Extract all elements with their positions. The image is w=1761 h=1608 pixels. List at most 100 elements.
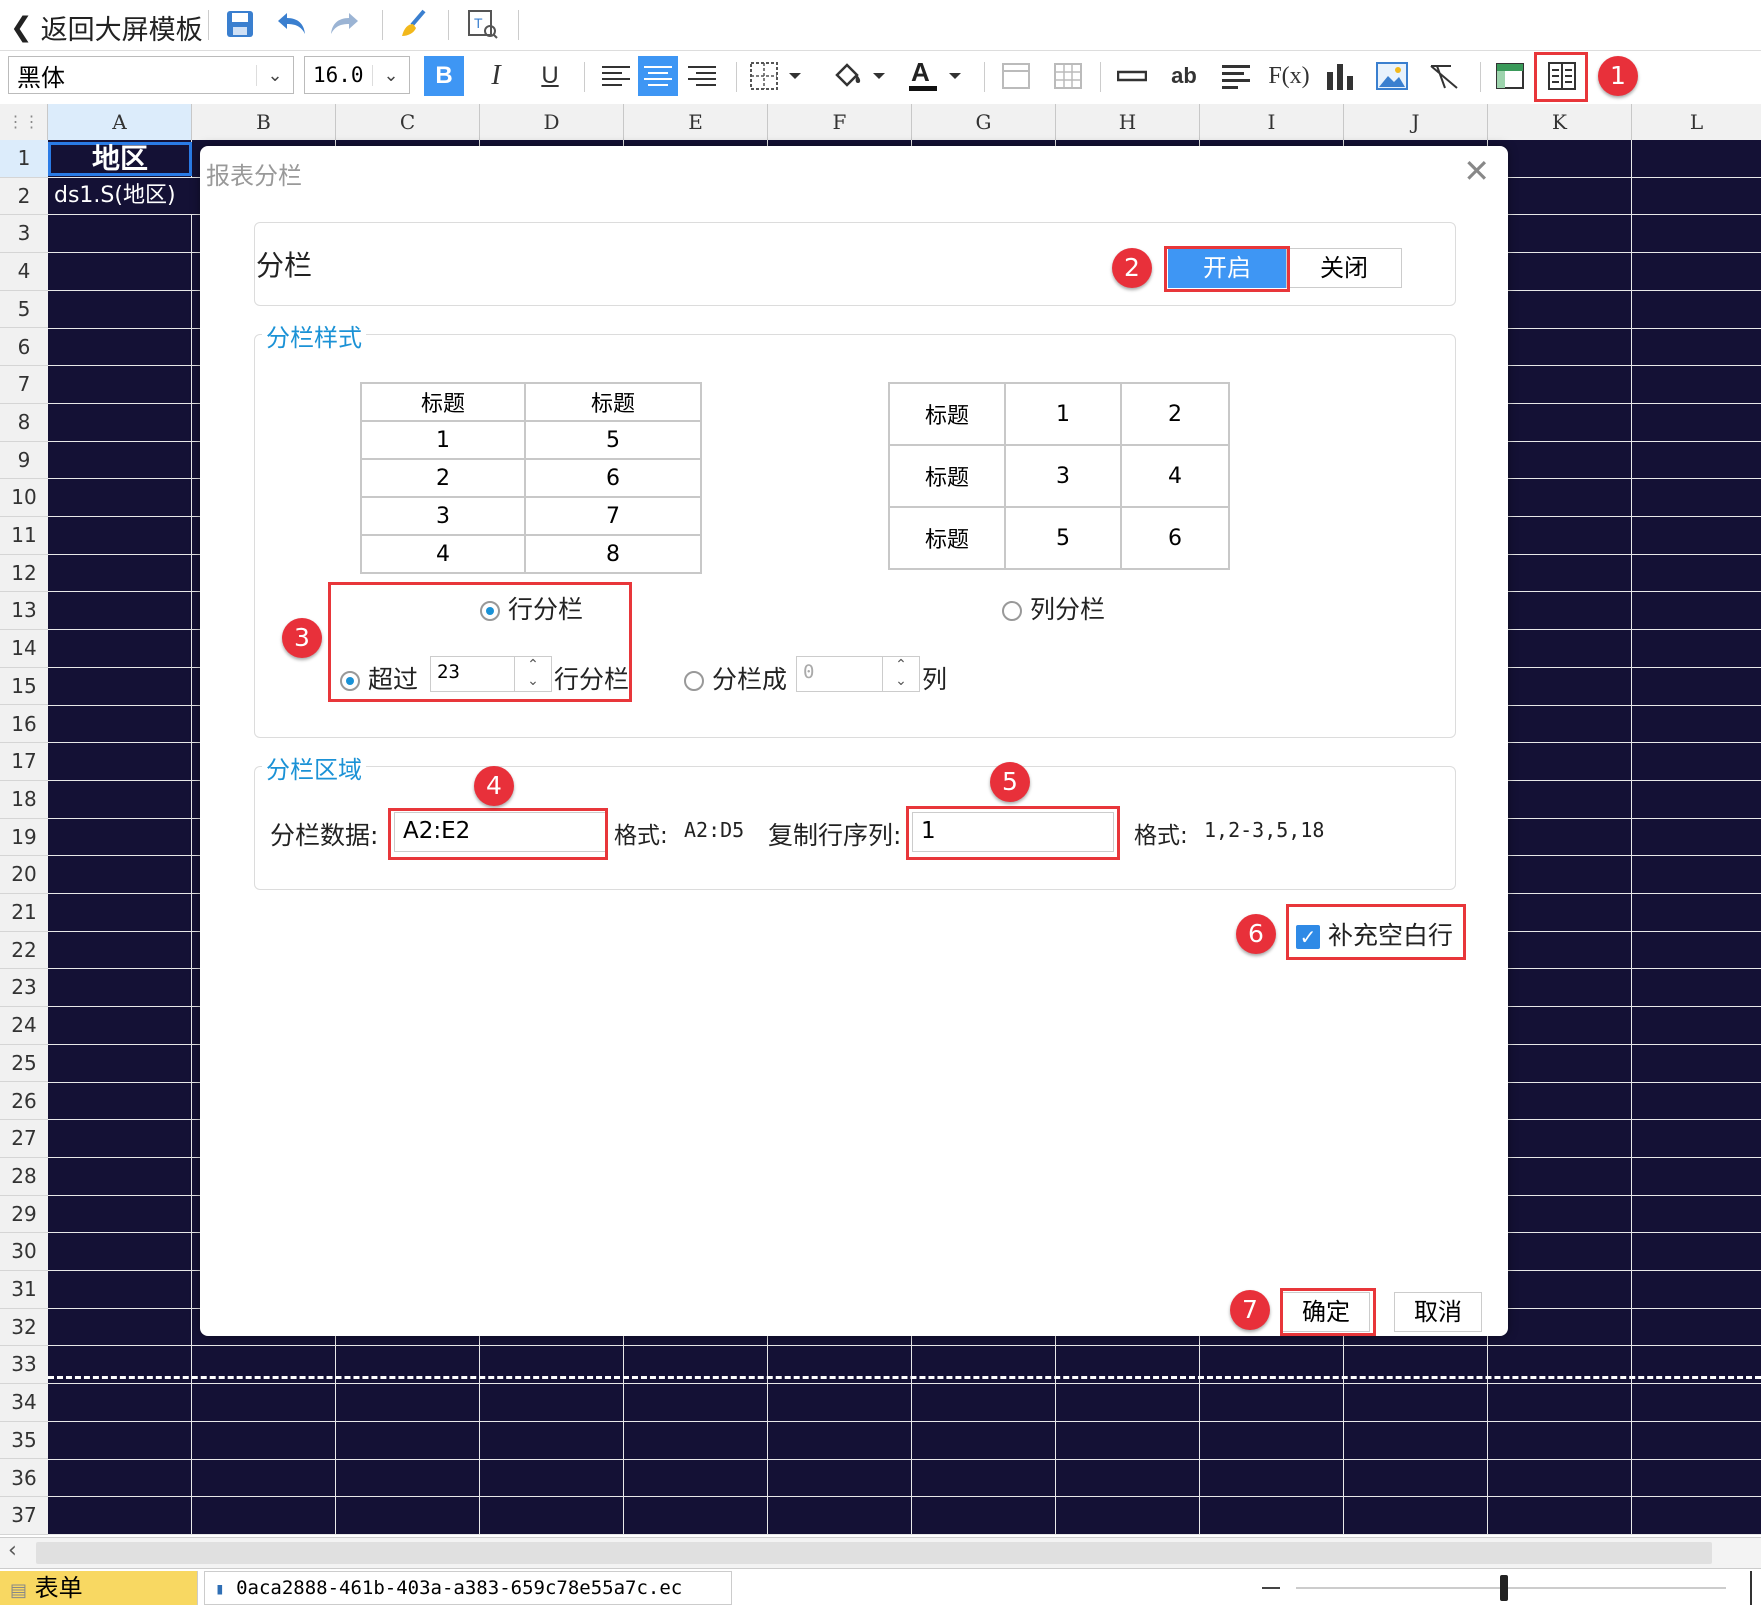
split-cells-icon[interactable] (1048, 56, 1088, 96)
row-header[interactable]: 24 (0, 1007, 48, 1045)
underline-button[interactable]: U (530, 56, 570, 96)
save-icon[interactable] (220, 6, 260, 42)
redo-icon[interactable] (324, 6, 364, 42)
row-header-bar: 1 2 3 4 5 6 7 8 9 10 11 12 13 14 15 16 17 18 19 20 21 22 23 24 2… (0, 140, 48, 1535)
row-header[interactable]: 29 (0, 1196, 48, 1234)
chart-icon[interactable] (1320, 56, 1360, 96)
font-family-select[interactable]: 黑体 ⌄ (8, 56, 294, 94)
row-header[interactable]: 2 (0, 178, 48, 216)
row-header[interactable]: 3 (0, 215, 48, 254)
row-header[interactable]: 22 (0, 932, 48, 970)
file-tab[interactable]: ▮ 0aca2888-461b-403a-a383-659c78e55a7c.e… (204, 1571, 732, 1605)
row-header[interactable]: 36 (0, 1460, 48, 1498)
fill-color-icon[interactable] (828, 56, 894, 96)
column-header-g[interactable]: G (912, 104, 1056, 140)
row-header[interactable]: 34 (0, 1384, 48, 1422)
column-header-j[interactable]: J (1344, 104, 1488, 140)
col-mode-label: 列分栏 (1029, 595, 1105, 624)
grid-line (48, 1383, 1761, 1385)
text-icon[interactable]: ab (1164, 56, 1204, 96)
align-left-icon[interactable] (596, 56, 636, 96)
toggle-off-button[interactable]: 关闭 (1286, 248, 1402, 288)
annotation-box-6 (1286, 904, 1466, 960)
row-header[interactable]: 10 (0, 479, 48, 517)
freeze-icon[interactable] (1490, 56, 1530, 96)
row-header[interactable]: 27 (0, 1120, 48, 1158)
align-center-icon[interactable] (638, 56, 678, 96)
undo-icon[interactable] (272, 6, 312, 42)
cell-a2[interactable]: ds1.S(地区) (48, 178, 192, 214)
row-header[interactable]: 33 (0, 1346, 48, 1385)
column-header-b[interactable]: B (192, 104, 336, 140)
row-header[interactable]: 21 (0, 894, 48, 932)
merge-cells-icon[interactable] (996, 56, 1036, 96)
row-header[interactable]: 37 (0, 1497, 48, 1535)
column-header-h[interactable]: H (1056, 104, 1200, 140)
data-format-label: 格式: (614, 823, 668, 849)
zoom-slider-thumb[interactable] (1500, 1575, 1508, 1601)
sheet-tab-form[interactable]: ▤ 表单 (0, 1571, 198, 1605)
row-header[interactable]: 4 (0, 253, 48, 291)
row-header[interactable]: 35 (0, 1422, 48, 1460)
row-header[interactable]: 15 (0, 668, 48, 706)
italic-button[interactable]: I (476, 56, 516, 96)
insert-row-icon[interactable] (1112, 56, 1152, 96)
row-header[interactable]: 32 (0, 1309, 48, 1347)
cell-a1[interactable]: 地区 (48, 142, 192, 176)
cancel-button[interactable]: 取消 (1394, 1292, 1482, 1332)
column-header-i[interactable]: I (1200, 104, 1344, 140)
align-right-icon[interactable] (682, 56, 722, 96)
row-header[interactable]: 12 (0, 555, 48, 593)
row-header[interactable]: 20 (0, 856, 48, 894)
row-header[interactable]: 19 (0, 819, 48, 857)
bold-button[interactable]: B (424, 56, 464, 96)
zoom-out-icon[interactable] (1262, 1587, 1280, 1589)
row-header[interactable]: 31 (0, 1271, 48, 1309)
horizontal-scrollbar[interactable]: ‹ (0, 1537, 1761, 1568)
font-size-select[interactable]: 16.0 ⌄ (304, 56, 410, 94)
row-header[interactable]: 13 (0, 592, 48, 631)
border-dropdown-icon[interactable] (746, 56, 808, 96)
split-into-stepper[interactable]: 0 ⌃ ⌄ (796, 656, 920, 692)
row-header[interactable]: 30 (0, 1233, 48, 1271)
row-header[interactable]: 17 (0, 743, 48, 781)
column-header-f[interactable]: F (768, 104, 912, 140)
row-header[interactable]: 23 (0, 969, 48, 1008)
preview-header: 标题 (360, 382, 526, 422)
row-header[interactable]: 9 (0, 442, 48, 480)
row-header[interactable]: 25 (0, 1045, 48, 1083)
row-header[interactable]: 6 (0, 329, 48, 367)
row-header[interactable]: 8 (0, 404, 48, 442)
formula-icon[interactable]: F(x) (1266, 56, 1312, 96)
column-header-e[interactable]: E (624, 104, 768, 140)
row-header[interactable]: 11 (0, 517, 48, 555)
column-header-k[interactable]: K (1488, 104, 1632, 140)
row-header[interactable]: 28 (0, 1158, 48, 1196)
scroll-left-icon[interactable]: ‹ (8, 1538, 17, 1563)
row-header[interactable]: 1 (0, 140, 48, 178)
column-header-d[interactable]: D (480, 104, 624, 140)
select-all-handle[interactable]: ⋮⋮ (0, 104, 48, 140)
col-mode-radio[interactable]: 列分栏 (1002, 590, 1105, 626)
format-painter-icon[interactable] (394, 6, 434, 42)
column-header-c[interactable]: C (336, 104, 480, 140)
row-header[interactable]: 16 (0, 706, 48, 744)
split-into-radio[interactable]: 分栏成 (684, 660, 787, 696)
image-icon[interactable] (1372, 56, 1412, 96)
column-header-a[interactable]: A (48, 104, 192, 140)
zoom-slider-track[interactable] (1296, 1587, 1726, 1589)
font-color-icon[interactable]: A (904, 56, 970, 96)
column-header-l[interactable]: L (1632, 104, 1761, 140)
row-header[interactable]: 7 (0, 366, 48, 404)
paragraph-icon[interactable] (1216, 56, 1256, 96)
row-header[interactable]: 14 (0, 630, 48, 668)
row-header[interactable]: 26 (0, 1083, 48, 1121)
back-to-template-link[interactable]: ❮ 返回大屏模板 (10, 8, 203, 47)
row-header[interactable]: 18 (0, 781, 48, 819)
scrollbar-track[interactable] (36, 1542, 1712, 1564)
preview-icon[interactable]: T (462, 6, 502, 42)
close-icon[interactable]: ✕ (1463, 152, 1490, 190)
stepper-arrows-icon[interactable]: ⌃ ⌄ (882, 657, 919, 691)
row-header[interactable]: 5 (0, 291, 48, 329)
slash-cell-icon[interactable] (1424, 56, 1464, 96)
